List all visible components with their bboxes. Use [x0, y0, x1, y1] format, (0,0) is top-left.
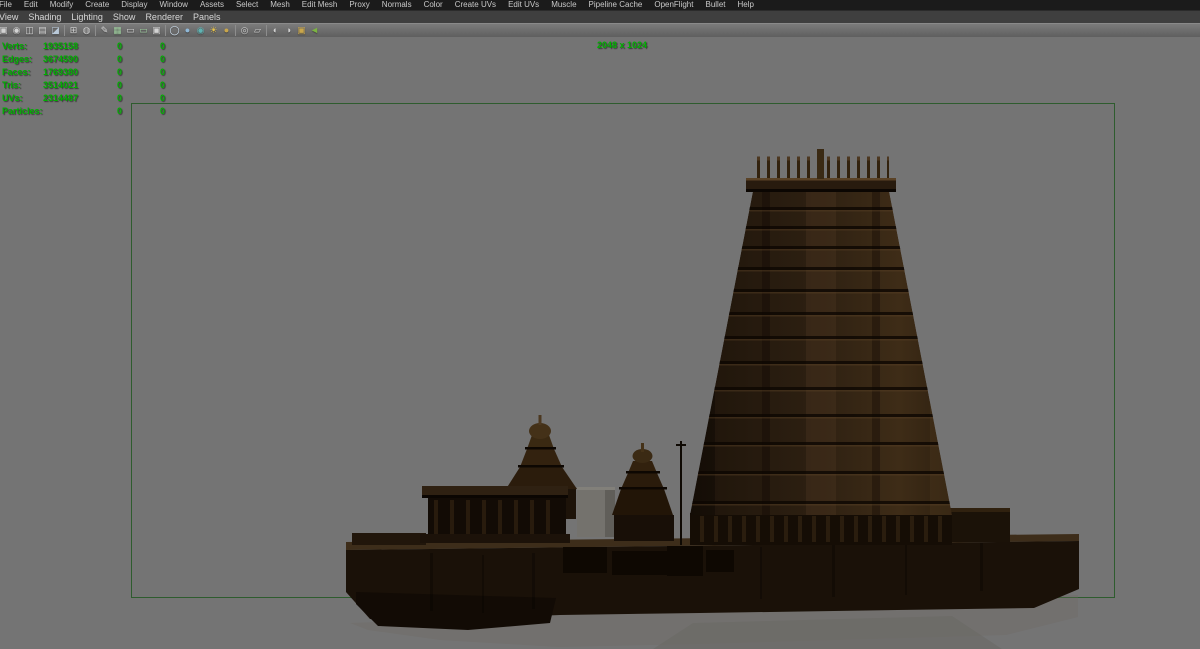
hud-value: 1769380	[42, 67, 78, 77]
hud-label: Faces:	[2, 67, 31, 77]
hud-value: 0	[116, 41, 122, 51]
menu-edit-mesh[interactable]: Edit Mesh	[296, 0, 344, 10]
menu-proxy[interactable]: Proxy	[343, 0, 375, 10]
right-wing-wall	[950, 508, 1010, 542]
2d-pan-zoom-icon[interactable]: ⊞	[67, 24, 80, 37]
shaded-mode-icon[interactable]: ●	[181, 24, 194, 37]
panel-menu-panels[interactable]: Panels	[188, 11, 226, 23]
hud-label: Verts:	[2, 41, 28, 51]
panel-menu-shading[interactable]: Shading	[23, 11, 66, 23]
resolution-gate-icon[interactable]: ▭	[137, 24, 150, 37]
menu-color[interactable]: Color	[418, 0, 449, 10]
hud-label: Tris:	[2, 80, 22, 90]
viewport-scene	[131, 103, 1115, 649]
colonnade-pavilion	[420, 486, 570, 543]
menu-edit[interactable]: Edit	[18, 0, 44, 10]
oversampling-icon[interactable]: ◍	[80, 24, 93, 37]
menu-muscle[interactable]: Muscle	[545, 0, 582, 10]
hud-row-uvs: UVs: 2314487 0 0	[2, 92, 165, 105]
menu-edit-uvs[interactable]: Edit UVs	[502, 0, 545, 10]
menu-help[interactable]: Help	[732, 0, 760, 10]
menu-openflight[interactable]: OpenFlight	[648, 0, 699, 10]
menu-modify[interactable]: Modify	[44, 0, 80, 10]
hud-value: 3514021	[42, 80, 78, 90]
select-camera-icon[interactable]: ▣	[0, 24, 10, 37]
hud-value: 0	[159, 67, 165, 77]
image-plane-icon[interactable]: ◪	[49, 24, 62, 37]
gate-mask-icon[interactable]: ▣	[150, 24, 163, 37]
hud-value: 0	[116, 106, 122, 116]
menu-display[interactable]: Display	[115, 0, 153, 10]
menu-select[interactable]: Select	[230, 0, 264, 10]
hud-value: 0	[159, 93, 165, 103]
maya-window: File Edit Modify Create Display Window Assets S…	[0, 0, 1200, 649]
hud-value: 2314487	[42, 93, 78, 103]
bookmarks-icon[interactable]: ▤	[36, 24, 49, 37]
grid-icon[interactable]: ▦	[111, 24, 124, 37]
hud-value: 0	[116, 54, 122, 64]
menu-assets[interactable]: Assets	[194, 0, 230, 10]
gamma-icon[interactable]: ◑	[282, 24, 295, 37]
hud-value	[40, 105, 78, 118]
isolate-select-icon[interactable]: ◎	[238, 24, 251, 37]
hud-label: UVs:	[2, 93, 23, 103]
poly-count-hud: Verts: 1935158 0 0 Edges: 3674590 0 0 Faces: 1769…	[2, 40, 165, 118]
shadows-icon[interactable]: ●	[220, 24, 233, 37]
hud-row-edges: Edges: 3674590 0 0	[2, 53, 165, 66]
hud-value: 0	[116, 93, 122, 103]
menu-pipeline-cache[interactable]: Pipeline Cache	[583, 0, 649, 10]
hud-label: Particles:	[2, 106, 43, 116]
panel-menu-show[interactable]: Show	[108, 11, 141, 23]
toolbar-separator	[165, 25, 166, 36]
hud-row-faces: Faces: 1769380 0 0	[2, 66, 165, 79]
plugin-shelf-icon[interactable]: ◄	[308, 24, 321, 37]
hud-value: 0	[159, 106, 165, 116]
viewport-panel[interactable]: Verts: 1935158 0 0 Edges: 3674590 0 0 Faces: 1769…	[0, 37, 1200, 649]
toolbar-separator	[95, 25, 96, 36]
menu-create-uvs[interactable]: Create UVs	[449, 0, 502, 10]
camera-attributes-icon[interactable]: ◫	[23, 24, 36, 37]
menu-create[interactable]: Create	[79, 0, 115, 10]
hud-value: 0	[116, 80, 122, 90]
textured-mode-icon[interactable]: ◉	[194, 24, 207, 37]
hud-value: 0	[159, 54, 165, 64]
hud-row-particles: Particles: 0 0	[2, 105, 165, 118]
flagpole	[676, 441, 686, 545]
menu-file[interactable]: File	[0, 0, 18, 10]
shrine-tower-mid	[612, 443, 674, 541]
toolbar-separator	[266, 25, 267, 36]
use-all-lights-icon[interactable]: ☀	[207, 24, 220, 37]
toolbar-separator	[64, 25, 65, 36]
grease-pencil-icon[interactable]: ✎	[98, 24, 111, 37]
hud-value: 0	[159, 80, 165, 90]
hud-value: 0	[159, 41, 165, 51]
film-gate-icon[interactable]: ▭	[124, 24, 137, 37]
lock-camera-icon[interactable]: ◉	[10, 24, 23, 37]
resolution-gate-label: 2048 x 1024	[596, 40, 648, 50]
hud-value: 1935158	[42, 41, 78, 51]
hud-label: Edges:	[2, 54, 33, 64]
wireframe-mode-icon[interactable]: ◯	[168, 24, 181, 37]
panel-toolbar: ▣ ◉ ◫ ▤ ◪ ⊞ ◍ ✎ ▦ ▭ ▭ ▣ ◯ ● ◉ ☀ ● ◎ ▱ ◐ ◑ ▣ ◄	[0, 23, 1200, 37]
gray-placeholder-box	[577, 487, 615, 537]
snapshot-icon[interactable]: ▣	[295, 24, 308, 37]
panel-menubar: View Shading Lighting Show Renderer Panels	[0, 10, 1200, 23]
menu-mesh[interactable]: Mesh	[264, 0, 296, 10]
menu-normals[interactable]: Normals	[376, 0, 418, 10]
panel-menu-lighting[interactable]: Lighting	[66, 11, 108, 23]
temple-model[interactable]	[346, 149, 1079, 649]
panel-menu-renderer[interactable]: Renderer	[140, 11, 188, 23]
exposure-icon[interactable]: ◐	[269, 24, 282, 37]
main-menubar: File Edit Modify Create Display Window Assets S…	[0, 0, 1200, 10]
hud-value: 0	[116, 67, 122, 77]
xray-mode-icon[interactable]: ▱	[251, 24, 264, 37]
toolbar-separator	[235, 25, 236, 36]
menu-window[interactable]: Window	[154, 0, 194, 10]
hud-row-verts: Verts: 1935158 0 0	[2, 40, 165, 53]
menu-bullet[interactable]: Bullet	[699, 0, 731, 10]
gopuram-tower	[690, 149, 952, 545]
panel-menu-view[interactable]: View	[0, 11, 23, 23]
hud-value: 3674590	[42, 54, 78, 64]
hud-row-tris: Tris: 3514021 0 0	[2, 79, 165, 92]
